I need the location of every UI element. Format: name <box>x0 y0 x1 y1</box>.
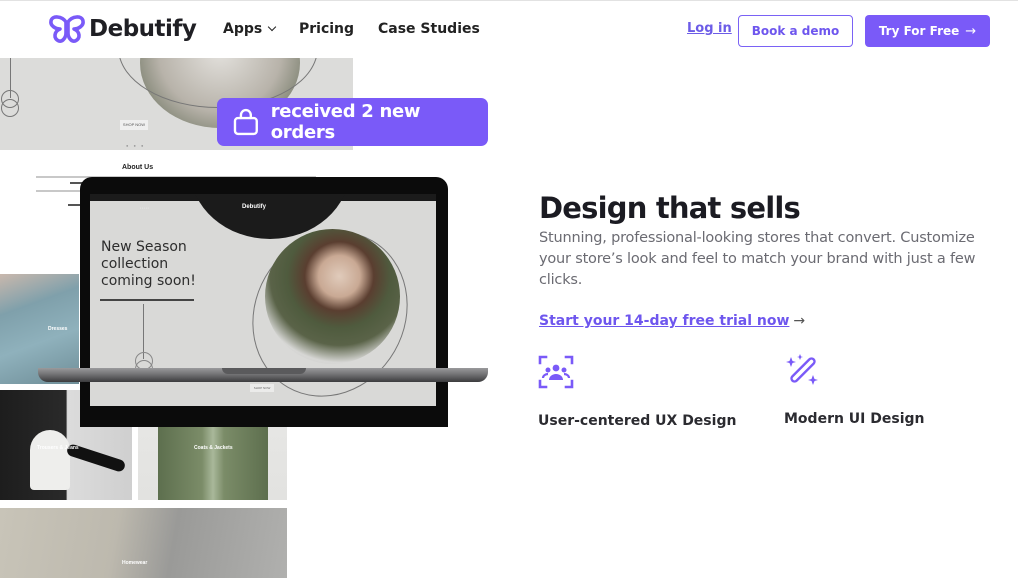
butterfly-logo-icon <box>49 15 85 43</box>
notification-text: received 2 new orders <box>270 101 421 143</box>
category-label: Coats & Jackets <box>194 445 233 451</box>
heading-line: coming soon! <box>101 273 196 289</box>
section-description: Stunning, professional-looking stores th… <box>539 230 976 288</box>
try-for-free-label: Try For Free <box>878 24 960 38</box>
start-trial-label: Start your 14-day free trial now <box>539 313 790 329</box>
shopping-bag-icon <box>233 109 258 136</box>
brand-logo[interactable]: Debutify <box>48 14 197 44</box>
try-for-free-button[interactable]: Try For Free → <box>865 15 990 47</box>
login-link[interactable]: Log in <box>687 21 732 36</box>
category-label: Dresses <box>48 326 68 332</box>
category-label: Homewear <box>122 560 148 566</box>
magic-wand-icon <box>786 354 818 385</box>
nav-pricing-link[interactable]: Pricing <box>299 21 354 37</box>
preview-shop-now-button: SHOP NOW <box>250 384 274 392</box>
laptop-notch <box>222 368 306 374</box>
arrow-right-icon: → <box>793 313 806 329</box>
feature-label: Modern UI Design <box>784 411 925 427</box>
start-trial-link[interactable]: Start your 14-day free trial now → <box>539 313 805 329</box>
preview-model-photo <box>265 229 400 364</box>
preview-brand-logo: Debutify <box>242 204 266 210</box>
category-tile-homewear: Homewear <box>0 508 287 578</box>
model-figure <box>30 430 70 490</box>
feature-ux-design: User-centered UX Design <box>538 355 736 429</box>
decorative-circle <box>1 99 19 117</box>
laptop-mockup: ▪ ▪ ▪ ▪ ▪ Debutify New Season collection… <box>80 177 448 427</box>
nav-case-studies-link[interactable]: Case Studies <box>378 21 480 37</box>
preview-about-title: About Us <box>122 164 154 171</box>
user-focus-icon <box>538 355 574 389</box>
order-notification-badge: received 2 new orders <box>217 98 488 146</box>
decorative-arrow <box>143 304 144 359</box>
preview-hero-heading: New Season collection coming soon! <box>101 239 196 290</box>
arrow-right-icon: → <box>965 23 977 39</box>
brush-underline <box>100 299 194 301</box>
carousel-dots: ● ● ● <box>126 143 146 148</box>
preview-shop-now-button: SHOP NOW <box>120 120 148 130</box>
book-demo-button[interactable]: Book a demo <box>738 15 853 47</box>
nav-apps-dropdown[interactable]: Apps <box>223 21 277 37</box>
nav-apps-label: Apps <box>223 21 263 37</box>
section-title: Design that sells <box>539 191 801 225</box>
category-label: Trousers & Jeans <box>37 445 79 451</box>
top-navigation: Debutify Apps Pricing Case Studies Log i… <box>0 1 1018 58</box>
chevron-down-icon <box>267 22 277 32</box>
preview-menu: ▪ ▪ ▪ ▪ ▪ <box>140 206 149 210</box>
brand-name: Debutify <box>89 16 197 42</box>
heading-line: collection <box>101 256 169 272</box>
heading-line: New Season <box>101 239 187 255</box>
feature-label: User-centered UX Design <box>538 413 737 429</box>
feature-ui-design: Modern UI Design <box>784 353 925 427</box>
